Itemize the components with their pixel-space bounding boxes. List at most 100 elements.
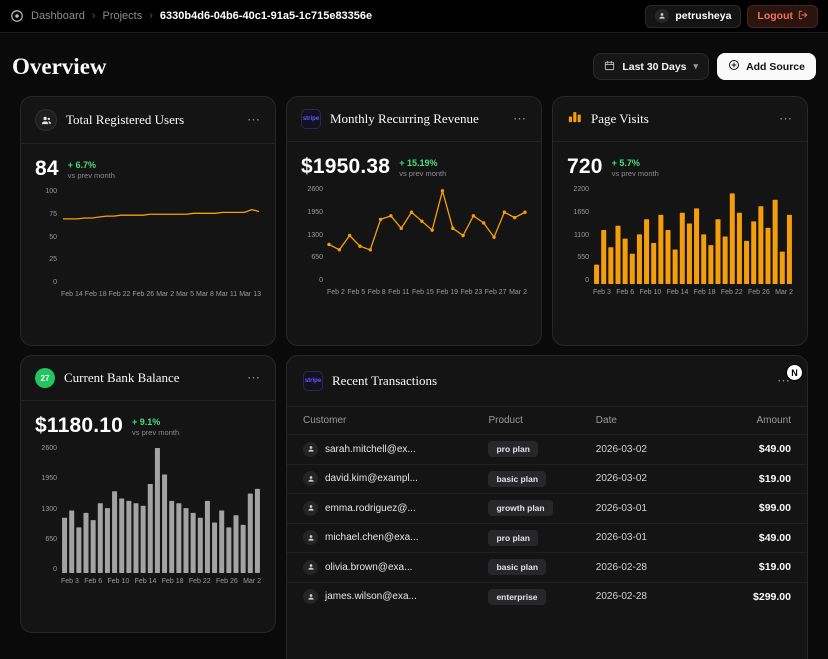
product-badge: growth plan — [488, 500, 552, 516]
metric-delta-note: vs prev month — [612, 169, 659, 178]
transactions-table-body: sarah.mitchell@ex... pro plan 2026-03-02… — [287, 434, 807, 611]
card-header: stripe Recent Transactions ⋯ — [287, 356, 807, 407]
date-cell: 2026-03-01 — [596, 503, 703, 514]
product-badge: basic plan — [488, 559, 546, 575]
card-title: Current Bank Balance — [64, 370, 180, 386]
table-row[interactable]: sarah.mitchell@ex... pro plan 2026-03-02… — [287, 434, 807, 464]
card-menu-button[interactable]: ⋯ — [247, 112, 261, 128]
date-cell: 2026-03-02 — [596, 444, 703, 455]
customer-cell: sarah.mitchell@ex... — [303, 442, 488, 457]
y-tick-label: 100 — [45, 188, 57, 195]
metric-delta: + 6.7% — [68, 160, 115, 171]
breadcrumb-projects[interactable]: Projects — [103, 10, 143, 22]
card-menu-button[interactable]: ⋯ — [779, 111, 793, 127]
customer-avatar-icon — [303, 530, 318, 545]
collaborator-cursor-badge: N — [787, 365, 802, 380]
y-tick-label: 1100 — [574, 232, 589, 239]
x-tick-label: Feb 14 — [135, 578, 157, 585]
x-tick-label: Mar 11 — [216, 291, 237, 298]
card-header: 27 Current Bank Balance ⋯ — [21, 356, 275, 401]
add-source-button[interactable]: Add Source — [717, 53, 816, 80]
x-tick-label: Feb 19 — [436, 289, 458, 296]
y-tick-label: 1650 — [573, 209, 589, 216]
y-tick-label: 0 — [53, 566, 57, 573]
card-monthly-recurring-revenue: stripe Monthly Recurring Revenue ⋯ $1950… — [286, 96, 542, 346]
y-axis: 2600195013006500 — [301, 186, 323, 284]
x-tick-label: Feb 11 — [388, 289, 409, 296]
y-tick-label: 650 — [311, 254, 323, 261]
x-axis: Feb 3Feb 6Feb 10Feb 14Feb 18Feb 22Feb 26… — [567, 289, 793, 296]
bar-chart-icon — [567, 109, 582, 129]
y-tick-label: 0 — [585, 277, 589, 284]
x-tick-label: Feb 27 — [485, 289, 507, 296]
y-tick-label: 0 — [53, 279, 57, 286]
table-row[interactable]: olivia.brown@exa... basic plan 2026-02-2… — [287, 552, 807, 582]
y-tick-label: 2600 — [41, 445, 57, 452]
x-tick-label: Feb 18 — [694, 289, 716, 296]
x-tick-label: Feb 14 — [61, 291, 83, 298]
y-tick-label: 2200 — [573, 186, 589, 193]
date-cell: 2026-02-28 — [596, 591, 703, 602]
y-tick-label: 1300 — [41, 506, 57, 513]
breadcrumb-dashboard[interactable]: Dashboard — [31, 10, 85, 22]
breadcrumb-separator: › — [92, 10, 96, 22]
customer-email: michael.chen@exa... — [325, 532, 419, 543]
add-source-label: Add Source — [746, 61, 805, 73]
metric-value: 84 — [35, 157, 59, 181]
x-tick-label: Feb 3 — [593, 289, 611, 296]
x-tick-label: Feb 18 — [162, 578, 184, 585]
mrr-line-chart — [327, 186, 527, 284]
app-logo-icon[interactable] — [10, 9, 24, 23]
user-menu-button[interactable]: petrusheya — [645, 5, 741, 28]
metric-value: $1180.10 — [35, 414, 123, 438]
dashboard-grid: Total Registered Users ⋯ 84 + 6.7% vs pr… — [0, 96, 828, 659]
product-cell: pro plan — [488, 530, 595, 546]
card-menu-button[interactable]: ⋯ — [247, 370, 261, 386]
product-cell: enterprise — [488, 589, 595, 605]
customer-email: emma.rodriguez@... — [325, 503, 416, 514]
card-header: stripe Monthly Recurring Revenue ⋯ — [287, 97, 541, 142]
customer-email: olivia.brown@exa... — [325, 562, 412, 573]
x-tick-label: Feb 26 — [748, 289, 770, 296]
table-row[interactable]: david.kim@exampl... basic plan 2026-03-0… — [287, 464, 807, 494]
date-cell: 2026-03-01 — [596, 532, 703, 543]
logout-label: Logout — [757, 10, 793, 22]
bank-icon: 27 — [35, 368, 55, 388]
date-range-label: Last 30 Days — [622, 61, 686, 73]
chevron-down-icon: ▾ — [694, 61, 699, 72]
product-cell: growth plan — [488, 500, 595, 516]
card-title: Monthly Recurring Revenue — [330, 111, 479, 127]
product-badge: enterprise — [488, 589, 545, 605]
breadcrumb-current-project: 6330b4d6-04b6-40c1-91a5-1c715e83356e — [160, 10, 372, 22]
product-cell: pro plan — [488, 441, 595, 457]
customer-avatar-icon — [303, 501, 318, 516]
amount-cell: $49.00 — [703, 443, 791, 455]
card-recent-transactions: N stripe Recent Transactions ⋯ Customer … — [286, 355, 808, 659]
x-tick-label: Mar 2 — [775, 289, 793, 296]
x-tick-label: Feb 6 — [84, 578, 102, 585]
y-tick-label: 1950 — [307, 209, 323, 216]
y-tick-label: 1950 — [41, 475, 57, 482]
date-cell: 2026-02-28 — [596, 562, 703, 573]
page-title: Overview — [12, 54, 107, 80]
card-body: $1180.10 + 9.1% vs prev month 2600195013… — [21, 401, 275, 595]
table-row[interactable]: james.wilson@exa... enterprise 2026-02-2… — [287, 582, 807, 612]
y-tick-label: 1300 — [307, 232, 323, 239]
amount-cell: $299.00 — [703, 591, 791, 603]
users-icon — [35, 109, 57, 131]
x-axis: Feb 14Feb 18Feb 22Feb 26Mar 2Mar 5Mar 8M… — [35, 291, 261, 298]
date-range-button[interactable]: Last 30 Days ▾ — [593, 53, 709, 80]
table-row[interactable]: michael.chen@exa... pro plan 2026-03-01 … — [287, 523, 807, 553]
customer-avatar-icon — [303, 471, 318, 486]
x-tick-label: Mar 2 — [243, 578, 261, 585]
card-menu-button[interactable]: ⋯ — [513, 111, 527, 127]
logout-button[interactable]: Logout — [747, 5, 818, 28]
column-header-customer: Customer — [303, 415, 488, 426]
table-row[interactable]: emma.rodriguez@... growth plan 2026-03-0… — [287, 493, 807, 523]
card-title: Total Registered Users — [66, 112, 184, 128]
navbar: Dashboard › Projects › 6330b4d6-04b6-40c… — [0, 0, 828, 33]
y-tick-label: 75 — [49, 211, 57, 218]
amount-cell: $99.00 — [703, 502, 791, 514]
product-badge: pro plan — [488, 441, 538, 457]
customer-email: james.wilson@exa... — [325, 591, 417, 602]
